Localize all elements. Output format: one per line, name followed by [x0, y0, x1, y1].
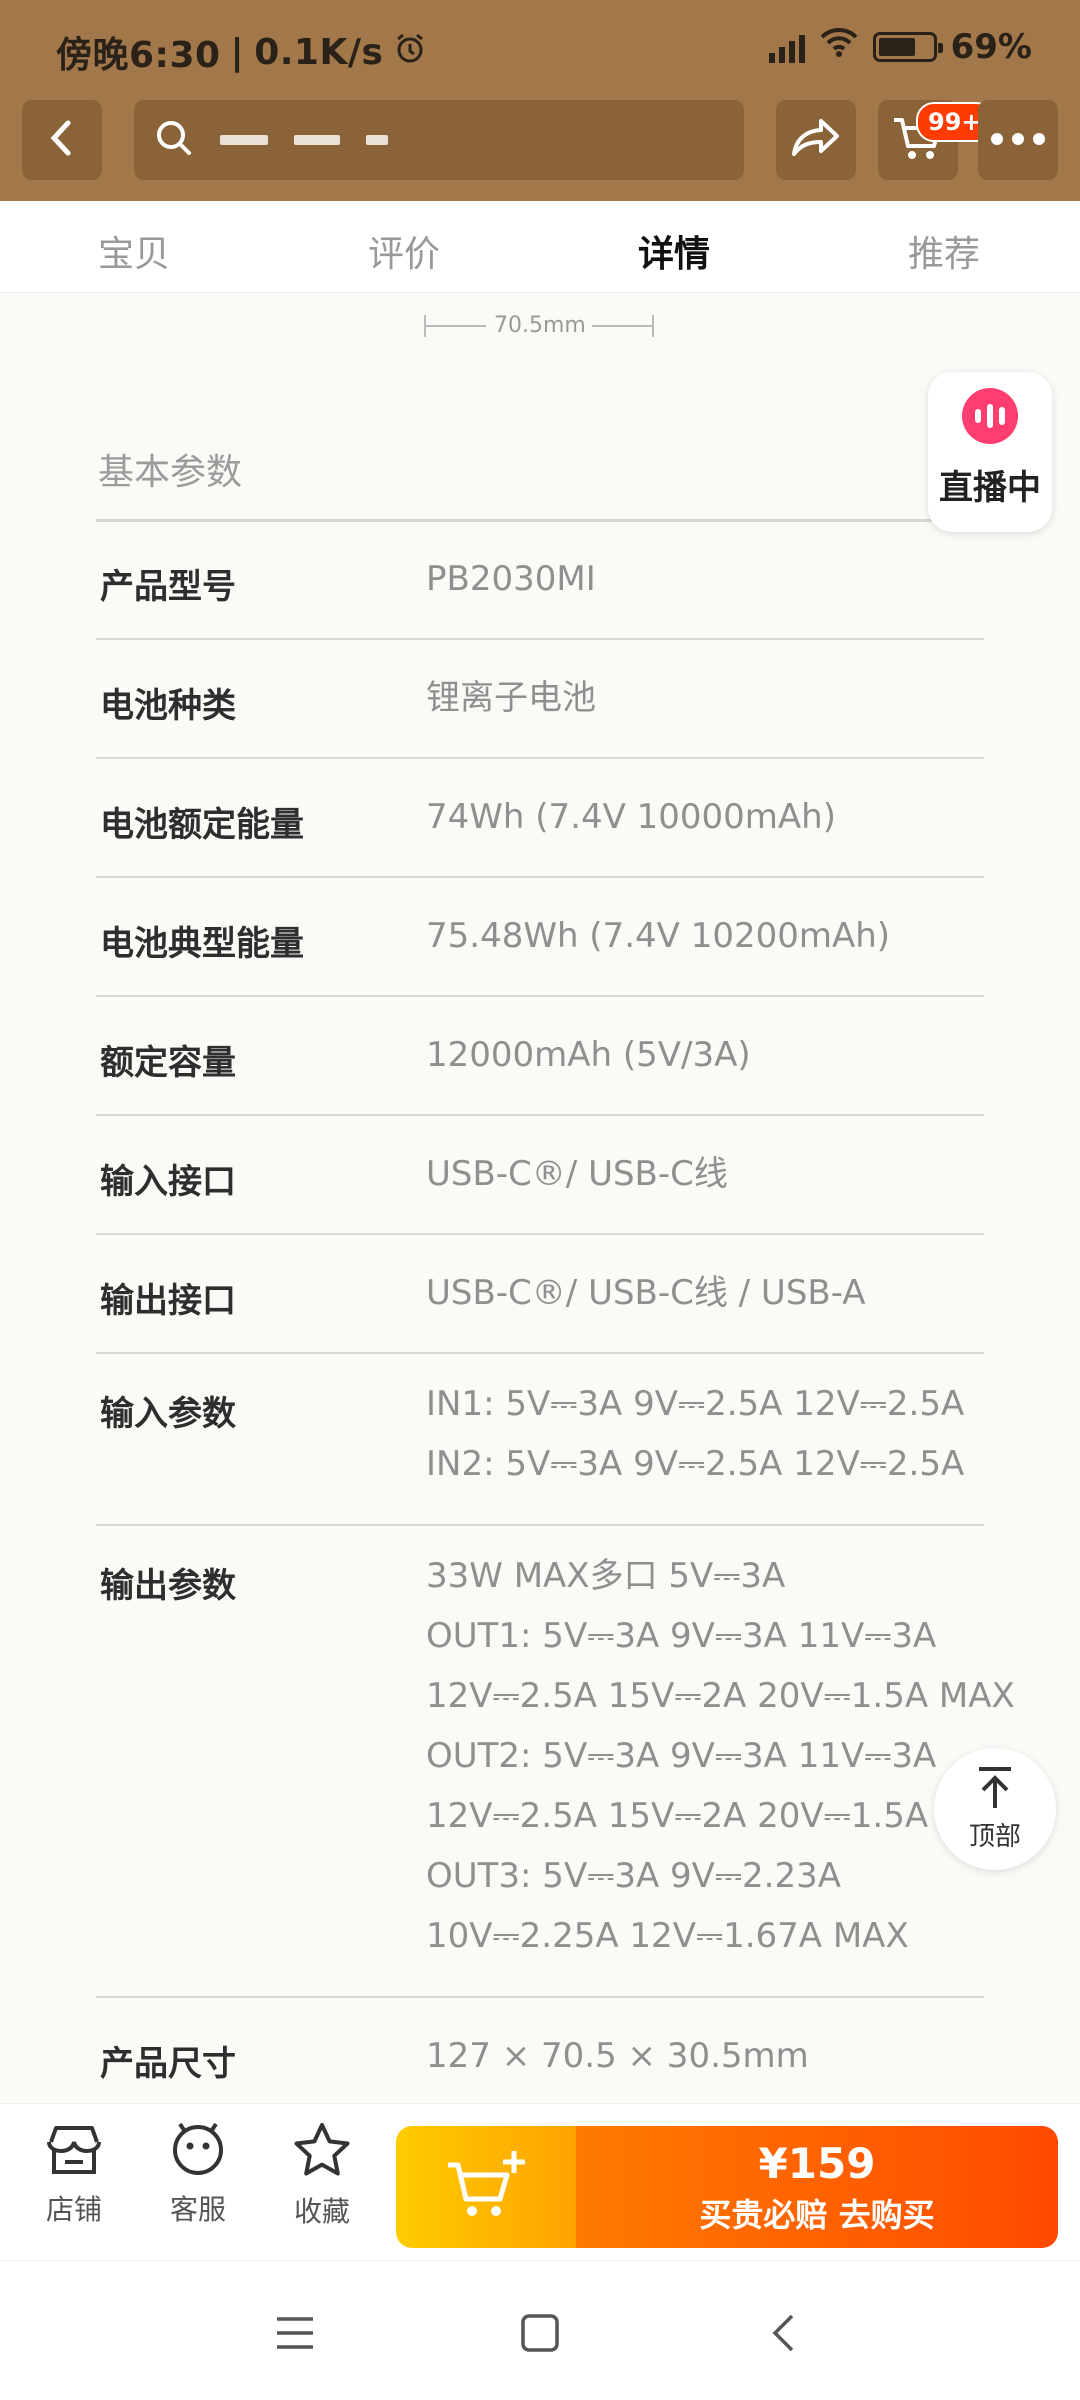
back-to-top-button[interactable]: 顶部	[934, 1748, 1056, 1870]
tab-recommend[interactable]: 推荐	[908, 225, 980, 277]
share-button[interactable]	[776, 100, 856, 180]
shop-label: 店铺	[45, 2193, 102, 2226]
more-button[interactable]	[978, 100, 1058, 180]
tab-reviews[interactable]: 评价	[368, 225, 440, 277]
service-face-icon	[170, 2122, 226, 2180]
spec-row: 电池额定能量 74Wh (7.4V 10000mAh)	[96, 759, 984, 878]
status-bar: 傍晚6:30 | 0.1K/s 69%	[56, 26, 1032, 77]
bottom-action-bar: 店铺 客服 收藏 ¥159 买贵必赔 去购买	[0, 2103, 1080, 2260]
spec-row: 额定容量 12000mAh (5V/3A)	[96, 997, 984, 1116]
spec-value: 12V⎓2.5A 15V⎓2A 20V⎓1.5A MAX	[426, 1676, 1015, 1716]
spec-row: 输出参数 33W MAX多口 5V⎓3A OUT1: 5V⎓3A 9V⎓3A 11V…	[96, 1526, 1015, 1998]
spec-value: 74Wh (7.4V 10000mAh)	[426, 797, 836, 837]
spec-value: IN2: 5V⎓3A 9V⎓2.5A 12V⎓2.5A	[426, 1444, 965, 1484]
network-speed: 0.1K/s	[254, 31, 384, 73]
nav-back-icon[interactable]	[770, 2313, 796, 2357]
spec-value: 10V⎓2.25A 12V⎓1.67A MAX	[426, 1916, 909, 1956]
spec-value: 12V⎓2.5A 15V⎓2A 20V⎓1.5A MAX	[426, 1796, 1015, 1836]
spec-value: OUT3: 5V⎓3A 9V⎓2.23A	[426, 1856, 842, 1896]
tab-details[interactable]: 详情	[638, 225, 710, 277]
star-icon	[293, 2122, 351, 2182]
top-bar: 傍晚6:30 | 0.1K/s 69% 99+	[0, 0, 1080, 201]
more-dots-icon	[990, 131, 1046, 150]
spec-value: 75.48Wh (7.4V 10200mAh)	[426, 916, 891, 956]
tab-item[interactable]: 宝贝	[98, 225, 170, 277]
buy-label: 买贵必赔 去购买	[699, 2195, 935, 2234]
spec-value: OUT1: 5V⎓3A 9V⎓3A 11V⎓3A	[426, 1616, 937, 1656]
status-time: 傍晚6:30	[56, 35, 221, 76]
spec-value: OUT2: 5V⎓3A 9V⎓3A 11V⎓3A	[426, 1736, 937, 1776]
back-to-top-label: 顶部	[968, 1821, 1021, 1852]
spec-label: 输入接口	[100, 1162, 236, 1202]
spec-row: 输入接口 USB-C®/ USB-C线	[96, 1116, 984, 1235]
shop-icon	[45, 2122, 103, 2180]
search-icon	[154, 118, 194, 162]
spec-row: 产品尺寸 127 × 70.5 × 30.5mm	[96, 1998, 984, 2103]
price: ¥159	[758, 2138, 876, 2188]
section-title: 基本参数	[98, 452, 243, 493]
spec-row: 电池典型能量 75.48Wh (7.4V 10200mAh)	[96, 878, 984, 997]
favorite-button[interactable]: 收藏	[274, 2122, 370, 2230]
spec-label: 输出参数	[100, 1566, 236, 1606]
live-label: 直播中	[939, 468, 1041, 508]
battery-icon	[872, 31, 943, 62]
spec-value: PB2030MI	[426, 559, 596, 599]
spec-label: 电池种类	[100, 686, 236, 726]
spec-row: 产品型号 PB2030MI	[96, 521, 984, 640]
add-to-cart-button[interactable]	[396, 2126, 576, 2248]
shop-button[interactable]: 店铺	[26, 2122, 122, 2228]
arrow-up-icon	[975, 1766, 1015, 1814]
spec-value: 127 × 70.5 × 30.5mm	[426, 2036, 809, 2076]
spec-label: 输出接口	[100, 1281, 236, 1321]
search-input[interactable]	[134, 100, 744, 180]
wifi-icon	[819, 26, 859, 67]
spec-value: 12000mAh (5V/3A)	[426, 1035, 751, 1075]
spec-label: 产品型号	[100, 567, 236, 607]
spec-label: 输入参数	[100, 1394, 236, 1434]
system-nav-bar	[0, 2260, 1080, 2400]
buy-panel: ¥159 买贵必赔 去购买	[396, 2126, 1058, 2248]
buy-now-button[interactable]: ¥159 买贵必赔 去购买	[576, 2126, 1058, 2248]
customer-service-button[interactable]: 客服	[150, 2122, 246, 2228]
spec-label: 额定容量	[100, 1043, 236, 1083]
chevron-left-icon	[46, 118, 78, 162]
live-stream-button[interactable]: 直播中	[928, 372, 1052, 532]
spec-value: 33W MAX多口 5V⎓3A	[426, 1556, 786, 1596]
spec-value: USB-C®/ USB-C线 / USB-A	[426, 1273, 866, 1313]
spec-label: 电池典型能量	[100, 924, 304, 964]
spec-value: 锂离子电池	[426, 678, 596, 718]
share-icon	[789, 115, 843, 165]
blurred-query	[220, 135, 268, 145]
cart-plus-icon	[444, 2147, 528, 2227]
dimension-label: 70.5mm	[494, 313, 586, 338]
signal-icon	[768, 31, 805, 63]
back-button[interactable]	[22, 100, 102, 180]
favorite-label: 收藏	[293, 2195, 350, 2228]
dimension-marker: 70.5mm	[424, 313, 654, 339]
spec-row: 输入参数 IN1: 5V⎓3A 9V⎓2.5A 12V⎓2.5A IN2: 5V⎓3…	[96, 1354, 984, 1526]
menu-icon[interactable]	[274, 2313, 316, 2357]
spec-row: 输出接口 USB-C®/ USB-C线 / USB-A	[96, 1235, 984, 1354]
spec-row: 电池种类 锂离子电池	[96, 640, 984, 759]
detail-content: 70.5mm 基本参数 产品型号 PB2030MI 电池种类 锂离子电池电池额定能量 7…	[0, 293, 1080, 2103]
home-icon[interactable]	[520, 2313, 560, 2357]
spec-label: 电池额定能量	[100, 805, 304, 845]
spec-label: 产品尺寸	[100, 2044, 236, 2084]
live-bars-icon	[962, 388, 1018, 444]
service-label: 客服	[169, 2193, 226, 2226]
spec-value: USB-C®/ USB-C线	[426, 1154, 728, 1194]
detail-tabs: 宝贝 评价 详情 推荐	[0, 201, 1080, 293]
alarm-icon	[393, 31, 427, 74]
spec-value: IN1: 5V⎓3A 9V⎓2.5A 12V⎓2.5A	[426, 1384, 965, 1424]
battery-percent: 69%	[950, 26, 1032, 67]
